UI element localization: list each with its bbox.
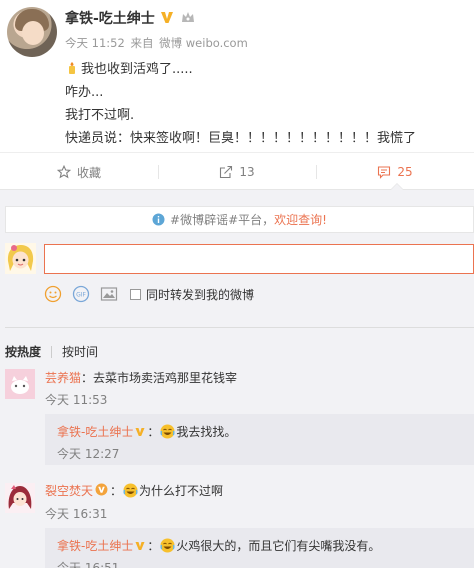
image-icon[interactable] [100, 285, 118, 303]
post-source[interactable]: 微博 weibo.com [159, 36, 248, 50]
comment-time: 今天 11:53 [45, 393, 108, 407]
laugh-cry-emoji-icon [160, 538, 175, 553]
author-name[interactable]: 拿铁-吃土绅士 [65, 8, 155, 28]
reply-box: 拿铁-吃土绅士：我去找找。 今天 12:27 [45, 414, 474, 465]
commenter-avatar[interactable] [5, 369, 35, 399]
commenter-avatar[interactable] [5, 483, 35, 513]
author-avatar[interactable] [7, 7, 57, 57]
laugh-cry-emoji-icon [160, 424, 175, 439]
post-line: 咋办... [65, 85, 104, 100]
svg-text:GIF: GIF [76, 292, 86, 299]
verified-icon [135, 542, 145, 550]
gif-icon[interactable]: GIF [72, 285, 90, 303]
reply-text: 拿铁-吃土绅士：我去找找。 [57, 424, 237, 439]
my-avatar[interactable] [5, 243, 36, 274]
rumor-notice[interactable]: #微博辟谣#平台， 欢迎查询! [5, 206, 474, 233]
post-time[interactable]: 今天 11:52 [65, 36, 125, 50]
commenter-name[interactable]: 裂空焚天 [45, 484, 93, 498]
forward-icon [220, 165, 233, 179]
commenter-name[interactable]: 芸养猫 [45, 371, 81, 385]
replier-name[interactable]: 拿铁-吃土绅士 [57, 539, 133, 553]
composer-tools: GIF 同时转发到我的微博 [44, 285, 254, 303]
comment-text: 裂空焚天：为什么打不过啊 [45, 483, 224, 498]
crown-icon[interactable] [181, 11, 195, 24]
reply-box: 拿铁-吃土绅士：火鸡很大的，而且它们有尖嘴我没有。 今天 16:51 [45, 528, 474, 568]
via-label: 来自 [130, 36, 154, 50]
comment-text: 芸养猫：去菜市场卖活鸡那里花钱宰 [45, 371, 238, 385]
star-icon [56, 165, 71, 179]
replier-name[interactable]: 拿铁-吃土绅士 [57, 425, 133, 439]
info-icon [152, 213, 165, 226]
vip-icon [95, 483, 108, 496]
forward-checkbox[interactable] [130, 288, 141, 300]
forward-checkbox-label[interactable]: 同时转发到我的微博 [146, 286, 254, 303]
smiley-icon[interactable] [44, 285, 62, 303]
comment-sort: 按热度 按时间 [5, 343, 98, 360]
divider [5, 327, 474, 328]
weibo-post: 拿铁-吃土绅士 今天 11:52 来自 微博 weibo.com 我也收到活鸡了… [0, 0, 474, 152]
verified-icon [135, 428, 145, 436]
comment-time: 今天 16:31 [45, 507, 108, 521]
reply-time: 今天 12:27 [57, 447, 120, 461]
post-line: 我也收到活鸡了..... [65, 58, 193, 77]
comment-icon [378, 166, 391, 179]
reply-time: 今天 16:51 [57, 561, 120, 568]
sort-by-time[interactable]: 按时间 [62, 343, 98, 360]
post-meta: 今天 11:52 来自 微博 weibo.com [65, 35, 250, 51]
forward-button[interactable]: 13 [158, 153, 316, 191]
post-line: 我打不过啊. [65, 108, 135, 123]
post-line: 快递员说：快来签收啊！巨臭！！！！！！！！！！！我慌了 [65, 131, 417, 146]
candle-emoji-icon [69, 62, 75, 74]
verified-icon [161, 12, 173, 23]
reply-text: 拿铁-吃土绅士：火鸡很大的，而且它们有尖嘴我没有。 [57, 538, 381, 553]
sort-by-hot[interactable]: 按热度 [5, 343, 41, 360]
laugh-cry-emoji-icon [123, 483, 138, 498]
favorite-button[interactable]: 收藏 [0, 153, 158, 191]
comment-input[interactable] [44, 244, 474, 274]
